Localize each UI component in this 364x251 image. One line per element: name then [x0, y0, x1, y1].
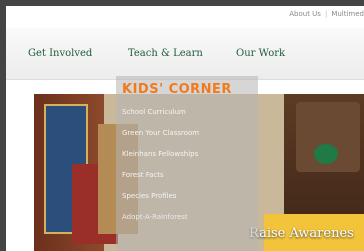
dropdown-item-green-classroom[interactable]: Green Your Classroom [122, 123, 252, 144]
multimedia-link[interactable]: Multimed [331, 10, 364, 18]
dropdown-item-forest-facts[interactable]: Forest Facts [122, 165, 252, 186]
dropdown-list: School Curriculum Green Your Classroom K… [122, 102, 252, 228]
utility-links: About Us | Multimed [289, 10, 364, 18]
dropdown-item-kleinhans-fellowships[interactable]: Kleinhans Fellowships [122, 144, 252, 165]
certification-badge [314, 144, 338, 164]
utility-separator: | [324, 10, 328, 18]
teach-learn-dropdown: KIDS' CORNER School Curriculum Green You… [116, 76, 258, 251]
nav-teach-and-learn[interactable]: Teach & Learn [128, 48, 203, 59]
nav-our-work[interactable]: Our Work [236, 48, 285, 59]
main-navigation: Get Involved Teach & Learn Our Work [6, 28, 364, 80]
dropdown-item-school-curriculum[interactable]: School Curriculum [122, 102, 252, 123]
browser-page: About Us | Multimed Get Involved Teach & L… [6, 6, 364, 251]
about-us-link[interactable]: About Us [289, 10, 321, 18]
dropdown-title: KIDS' CORNER [122, 82, 232, 97]
dropdown-item-species-profiles[interactable]: Species Profiles [122, 186, 252, 207]
hero-caption: Raise Awarenes [249, 226, 354, 241]
nav-get-involved[interactable]: Get Involved [28, 48, 92, 59]
dropdown-item-adopt-a-rainforest[interactable]: Adopt-A-Rainforest [122, 207, 252, 228]
